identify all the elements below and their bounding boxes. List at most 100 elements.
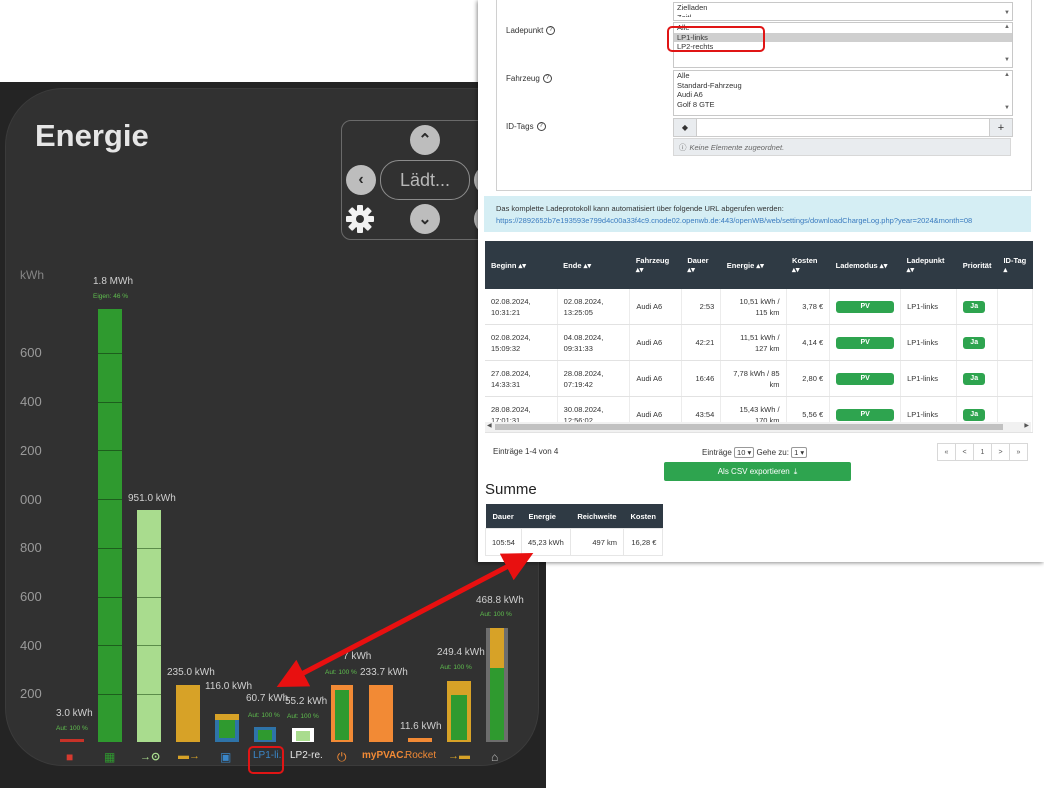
bar-gridline: [98, 548, 122, 549]
y-tick: 600: [20, 589, 42, 604]
gear-icon[interactable]: [344, 203, 376, 235]
last-page-button[interactable]: »: [1009, 443, 1028, 461]
next-page-button[interactable]: >: [991, 443, 1010, 461]
table-header-row: Beginn ▴▾ Ende ▴▾ Fahrzeug ▴▾ Dauer ▴▾ E…: [485, 241, 1033, 289]
cell-energie: 7,78 kWh / 85 km: [720, 360, 787, 397]
bar-value-label: 116.0 kWh: [205, 681, 253, 692]
scroll-left-icon[interactable]: ◀: [487, 422, 492, 429]
page-size-select[interactable]: 10 ▾: [734, 447, 755, 458]
cell-fahrzeug: Audi A6: [629, 360, 682, 397]
help-icon[interactable]: ?: [542, 74, 552, 84]
priority-badge: Ja: [963, 301, 986, 313]
cell-kosten: 4,14 €: [786, 324, 831, 361]
col-fahrzeug[interactable]: Fahrzeug ▴▾: [629, 241, 682, 289]
solar-panel-icon: ▦: [104, 750, 116, 764]
col-dauer[interactable]: Dauer ▴▾: [681, 241, 721, 289]
col-beginn[interactable]: Beginn ▴▾: [485, 241, 558, 289]
priority-badge: Ja: [963, 337, 986, 349]
export-csv-label: Als CSV exportieren: [717, 467, 790, 476]
info-icon: ⓘ: [679, 142, 687, 152]
col-ende[interactable]: Ende ▴▾: [557, 241, 630, 289]
y-tick: 400: [20, 638, 42, 653]
cell-idtag: [997, 324, 1034, 361]
bar-lp1: [254, 727, 276, 742]
idtags-label: ID-Tags?: [506, 122, 546, 132]
summary-energie: 45,23 kWh: [520, 528, 571, 556]
listbox-option[interactable]: Alle: [674, 71, 1012, 81]
horizontal-scrollbar[interactable]: ◀ ▶: [485, 422, 1031, 432]
y-tick: 000: [20, 492, 42, 507]
cell-idtag: [997, 360, 1034, 397]
bar-gridline: [98, 450, 122, 451]
fahrzeug-listbox[interactable]: Alle Standard-Fahrzeug Audi A6 Golf 8 GT…: [673, 70, 1013, 116]
lp1-highlight: [248, 746, 284, 774]
y-tick: 800: [20, 540, 42, 555]
bar-value-label: 235.0 kWh: [167, 667, 215, 678]
summary-dauer: 105:54: [485, 528, 522, 556]
bar-house: [486, 628, 508, 742]
summary-table: Dauer Energie Reichweite Kosten 105:54 4…: [485, 504, 664, 556]
col-prioritaet[interactable]: Priorität: [956, 241, 998, 289]
table-row: 27.08.2024, 14:33:31 28.08.2024, 07:19:4…: [485, 360, 1034, 397]
scroll-up-icon[interactable]: ▲: [1004, 72, 1010, 78]
x-label-mypvac[interactable]: myPVAC.: [362, 750, 406, 761]
idtags-empty-text: Keine Elemente zugeordnet.: [689, 142, 785, 152]
bar-gridline: [98, 499, 122, 500]
page-1-button[interactable]: 1: [973, 443, 992, 461]
cell-prioritaet: Ja: [956, 324, 998, 361]
charge-log-table: Beginn ▴▾ Ende ▴▾ Fahrzeug ▴▾ Dauer ▴▾ E…: [485, 241, 1034, 433]
scroll-up-icon[interactable]: ▲: [1004, 24, 1010, 30]
x-label-rocket[interactable]: Rocket: [405, 750, 436, 761]
scrollbar-thumb[interactable]: [495, 424, 1003, 430]
factory-icon: ■: [66, 750, 74, 764]
add-tag-button[interactable]: +: [989, 118, 1013, 137]
col-ladepunkt[interactable]: Ladepunkt ▴▾: [900, 241, 957, 289]
battery-charge-icon: ▬→: [178, 750, 200, 762]
summary-col-energie: Energie: [521, 504, 571, 529]
listbox-option[interactable]: Standard-Fahrzeug: [674, 81, 1012, 91]
col-kosten[interactable]: Kosten ▴▾: [786, 241, 830, 289]
idtags-input[interactable]: [696, 118, 990, 137]
goto-page-select[interactable]: 1 ▾: [791, 447, 808, 458]
col-idtag[interactable]: ID-Tag ▴: [997, 241, 1033, 289]
download-url[interactable]: https://2892652b7e193593e799d4c00a33f4c9…: [496, 216, 972, 225]
cell-beginn: 02.08.2024, 10:31:21: [485, 289, 558, 325]
bar-gridline: [137, 645, 161, 646]
status-pill[interactable]: Lädt...: [380, 160, 470, 200]
summary-title: Summe: [485, 481, 537, 498]
mode-listbox[interactable]: Zielladen Zeitl... ▼: [673, 2, 1013, 21]
bar-device-1: [331, 685, 353, 742]
prev-page-button[interactable]: <: [955, 443, 974, 461]
scroll-down-icon[interactable]: ▼: [1004, 57, 1010, 63]
bar-value-label: 249.4 kWh: [437, 647, 485, 658]
bar-value-label: 233.7 kWh: [360, 667, 408, 678]
scroll-down-icon[interactable]: ▼: [1004, 10, 1010, 16]
house-icon: ⌂: [491, 750, 499, 764]
listbox-option[interactable]: Audi A6: [674, 90, 1012, 100]
first-page-button[interactable]: «: [937, 443, 956, 461]
ladepunkt-label: Ladepunkt?: [506, 26, 556, 36]
col-lademodus[interactable]: Lademodus ▴▾: [829, 241, 901, 289]
scroll-right-icon[interactable]: ▶: [1024, 422, 1029, 429]
cell-fahrzeug: Audi A6: [629, 324, 682, 361]
bar-value-label: 951.0 kWh: [128, 493, 176, 504]
listbox-option[interactable]: Zielladen: [674, 3, 1012, 13]
chevron-up-icon[interactable]: ⌃: [410, 125, 440, 155]
bar-value-label: 55.2 kWh: [285, 696, 328, 707]
bar-gridline: [137, 597, 161, 598]
help-icon[interactable]: ?: [546, 26, 556, 36]
cell-lademodus: PV: [829, 289, 902, 325]
bar-value-label: 7 kWh: [343, 651, 372, 662]
cell-lademodus: PV: [829, 324, 902, 361]
chevron-down-icon[interactable]: ⌄: [410, 204, 440, 234]
export-csv-button[interactable]: Als CSV exportieren ⤓: [664, 462, 851, 481]
listbox-option[interactable]: Golf 8 GTE: [674, 100, 1012, 110]
scroll-down-icon[interactable]: ▼: [1004, 105, 1010, 111]
y-tick: 400: [20, 394, 42, 409]
help-icon[interactable]: ?: [536, 122, 546, 132]
listbox-option[interactable]: Zeitl...: [674, 13, 1012, 17]
col-energie[interactable]: Energie ▴▾: [720, 241, 787, 289]
bar-pv: [98, 309, 122, 742]
chevron-left-icon[interactable]: ‹: [346, 165, 376, 195]
x-label-lp2[interactable]: LP2-re.: [290, 750, 323, 761]
